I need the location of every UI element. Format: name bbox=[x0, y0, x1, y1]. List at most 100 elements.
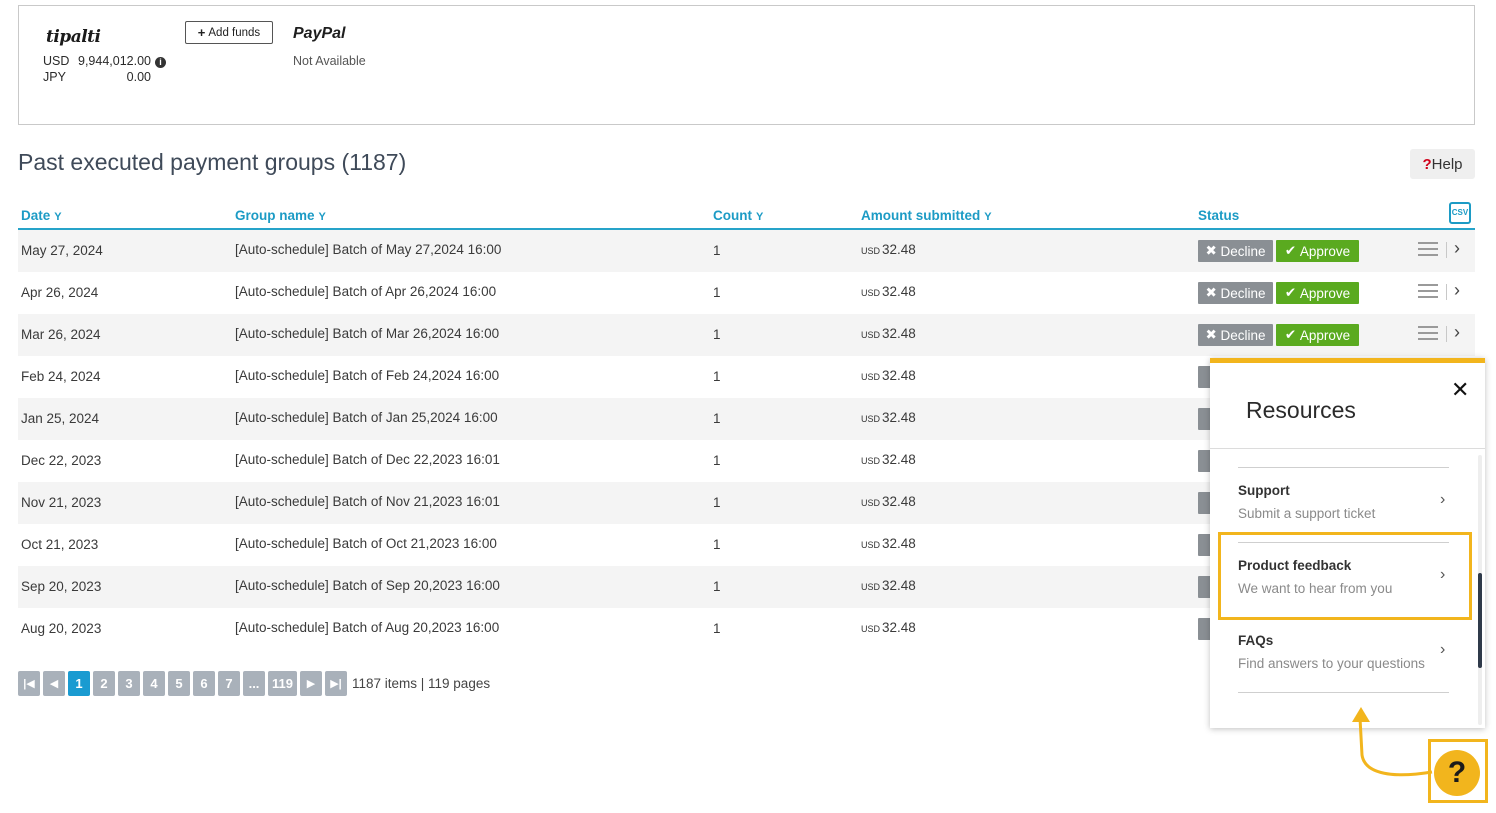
cell-amount: USD 32.48 bbox=[861, 326, 916, 341]
balance-amount: 0.00 bbox=[126, 70, 151, 84]
cell-count: 1 bbox=[713, 369, 721, 384]
pagination-info: 1187 items | 119 pages bbox=[351, 676, 491, 691]
divider bbox=[1238, 617, 1449, 618]
cell-amount: USD 32.48 bbox=[861, 452, 916, 467]
resource-subtitle: We want to hear from you bbox=[1238, 581, 1393, 596]
column-header-date[interactable]: Date Y bbox=[21, 208, 62, 223]
balance-jpy: JPY 0.00 bbox=[43, 70, 151, 84]
cell-date: May 27, 2024 bbox=[21, 243, 103, 258]
currency-code: USD bbox=[861, 540, 881, 550]
divider bbox=[1446, 242, 1447, 258]
amount-value: 32.48 bbox=[882, 536, 916, 551]
filter-icon[interactable]: Y bbox=[984, 211, 991, 223]
currency-code: USD bbox=[861, 624, 881, 634]
decline-button[interactable]: ✖ Decline bbox=[1198, 240, 1273, 262]
approve-button[interactable]: ✔ Approve bbox=[1276, 282, 1359, 304]
paypal-logo: PayPal bbox=[293, 25, 346, 42]
cell-group-name: [Auto-schedule] Batch of Sep 20,2023 16:… bbox=[235, 578, 500, 593]
column-header-group-name[interactable]: Group name Y bbox=[235, 208, 326, 223]
approve-button[interactable]: ✔ Approve bbox=[1276, 324, 1359, 346]
check-icon: ✔ bbox=[1284, 285, 1300, 300]
add-funds-button[interactable]: + Add funds bbox=[185, 21, 273, 44]
info-icon[interactable]: i bbox=[155, 57, 166, 68]
cell-group-name: [Auto-schedule] Batch of Jan 25,2024 16:… bbox=[235, 410, 498, 425]
resource-title: Product feedback bbox=[1238, 558, 1352, 573]
page-button[interactable]: 1 bbox=[68, 671, 90, 696]
page-button[interactable]: 6 bbox=[193, 671, 215, 696]
help-button[interactable]: ? Help bbox=[1410, 149, 1475, 179]
page-button[interactable]: 2 bbox=[93, 671, 115, 696]
menu-icon[interactable] bbox=[1418, 284, 1438, 298]
page-button[interactable]: ... bbox=[243, 671, 265, 696]
last-page-icon[interactable]: ▶| bbox=[324, 671, 347, 696]
menu-icon[interactable] bbox=[1418, 242, 1438, 256]
amount-value: 32.48 bbox=[882, 326, 916, 341]
close-icon[interactable]: ✕ bbox=[1451, 377, 1469, 403]
balance-currency: JPY bbox=[43, 70, 66, 84]
prev-page-icon[interactable]: ◀ bbox=[43, 671, 65, 696]
cell-date: Jan 25, 2024 bbox=[21, 411, 100, 426]
paypal-status: Not Available bbox=[293, 54, 366, 68]
close-icon: ✖ bbox=[1205, 327, 1221, 342]
cell-amount: USD 32.48 bbox=[861, 410, 916, 425]
currency-code: USD bbox=[861, 330, 881, 340]
chevron-right-icon: › bbox=[1440, 491, 1446, 508]
approve-button[interactable]: ✔ Approve bbox=[1276, 240, 1359, 262]
balance-currency: USD bbox=[43, 54, 70, 68]
menu-icon[interactable] bbox=[1418, 326, 1438, 340]
cell-count: 1 bbox=[713, 579, 721, 594]
cell-date: Apr 26, 2024 bbox=[21, 285, 99, 300]
decline-button[interactable]: ✖ Decline bbox=[1198, 282, 1273, 304]
column-header-status: Status bbox=[1198, 208, 1240, 223]
resource-title: FAQs bbox=[1238, 633, 1274, 648]
page-button[interactable]: 4 bbox=[143, 671, 165, 696]
resource-item-faqs[interactable]: FAQs Find answers to your questions › bbox=[1238, 633, 1449, 693]
plus-icon: + bbox=[197, 25, 206, 40]
check-icon: ✔ bbox=[1284, 327, 1300, 342]
divider bbox=[1238, 692, 1449, 693]
cell-group-name: [Auto-schedule] Batch of Aug 20,2023 16:… bbox=[235, 620, 500, 635]
chevron-right-icon[interactable]: › bbox=[1454, 238, 1460, 259]
table-row[interactable]: Mar 26, 2024 [Auto-schedule] Batch of Mar… bbox=[18, 314, 1475, 356]
first-page-icon[interactable]: |◀ bbox=[18, 671, 40, 696]
resource-item-product-feedback[interactable]: Product feedback We want to hear from yo… bbox=[1238, 558, 1449, 618]
scrollbar-thumb[interactable] bbox=[1478, 573, 1482, 668]
csv-export-icon[interactable]: CSV bbox=[1449, 202, 1471, 224]
cell-amount: USD 32.48 bbox=[861, 242, 916, 257]
resource-item-support[interactable]: Support Submit a support ticket › bbox=[1238, 483, 1449, 543]
filter-icon[interactable]: Y bbox=[756, 211, 763, 223]
cell-count: 1 bbox=[713, 621, 721, 636]
decline-button[interactable]: ✖ Decline bbox=[1198, 324, 1273, 346]
page-button[interactable]: 7 bbox=[218, 671, 240, 696]
cell-group-name: [Auto-schedule] Batch of Feb 24,2024 16:… bbox=[235, 368, 500, 383]
approve-label: Approve bbox=[1299, 327, 1351, 343]
divider bbox=[1446, 284, 1447, 300]
help-fab-button[interactable]: ? bbox=[1434, 750, 1480, 796]
currency-code: USD bbox=[861, 498, 881, 508]
chevron-right-icon[interactable]: › bbox=[1454, 322, 1460, 343]
add-funds-label: Add funds bbox=[208, 26, 261, 39]
table-row[interactable]: May 27, 2024 [Auto-schedule] Batch of May… bbox=[18, 230, 1475, 272]
table-row[interactable]: Apr 26, 2024 [Auto-schedule] Batch of Apr… bbox=[18, 272, 1475, 314]
chevron-right-icon: › bbox=[1440, 641, 1446, 658]
page-button[interactable]: 119 bbox=[268, 671, 297, 696]
divider bbox=[1210, 448, 1485, 449]
divider bbox=[1238, 542, 1449, 543]
column-header-count[interactable]: Count Y bbox=[713, 208, 763, 223]
chevron-right-icon[interactable]: › bbox=[1454, 280, 1460, 301]
help-label: Help bbox=[1431, 155, 1463, 173]
currency-code: USD bbox=[861, 582, 881, 592]
decline-label: Decline bbox=[1220, 327, 1266, 343]
cell-count: 1 bbox=[713, 453, 721, 468]
page-button[interactable]: 5 bbox=[168, 671, 190, 696]
amount-value: 32.48 bbox=[882, 452, 916, 467]
page-button[interactable]: 3 bbox=[118, 671, 140, 696]
cell-date: Mar 26, 2024 bbox=[21, 327, 101, 342]
amount-value: 32.48 bbox=[882, 578, 916, 593]
divider bbox=[1446, 326, 1447, 342]
filter-icon[interactable]: Y bbox=[319, 211, 326, 223]
next-page-icon[interactable]: ▶ bbox=[299, 671, 322, 696]
filter-icon[interactable]: Y bbox=[54, 211, 61, 223]
column-header-amount[interactable]: Amount submitted Y bbox=[861, 208, 992, 223]
resource-title: Support bbox=[1238, 483, 1290, 498]
